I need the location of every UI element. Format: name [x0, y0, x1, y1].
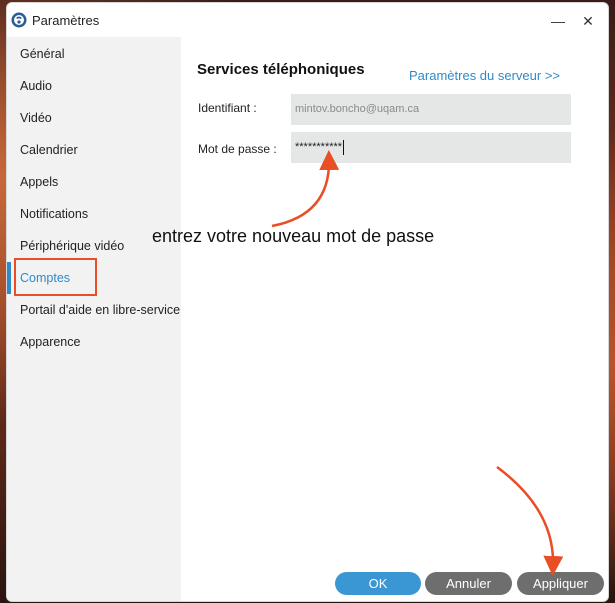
titlebar: Paramètres — ✕: [7, 3, 608, 37]
ok-button[interactable]: OK: [335, 572, 421, 595]
identifier-value: mintov.boncho@uqam.ca: [295, 103, 420, 115]
window-title: Paramètres: [32, 13, 100, 28]
sidebar-item-video[interactable]: Vidéo: [7, 102, 181, 134]
annotation-text: entrez votre nouveau mot de passe: [152, 226, 435, 246]
cancel-button[interactable]: Annuler: [425, 572, 512, 595]
settings-sidebar: Général Audio Vidéo Calendrier Appels No…: [7, 37, 181, 601]
section-title: Services téléphoniques: [197, 61, 365, 78]
server-settings-link[interactable]: Paramètres du serveur >>: [409, 68, 560, 83]
settings-window: Paramètres — ✕ Général Audio Vidéo Calen…: [6, 2, 609, 602]
password-value: ***********: [295, 141, 343, 153]
apply-button[interactable]: Appliquer: [517, 572, 604, 595]
sidebar-item-self-service-portal[interactable]: Portail d'aide en libre-service: [7, 294, 181, 326]
text-caret: [343, 139, 345, 155]
password-label: Mot de passe :: [198, 142, 277, 156]
sidebar-item-calendar[interactable]: Calendrier: [7, 134, 181, 166]
settings-main-panel: Services téléphoniques Paramètres du ser…: [181, 37, 608, 601]
password-field[interactable]: ***********: [291, 132, 571, 163]
sidebar-item-appearance[interactable]: Apparence: [7, 326, 181, 358]
close-button[interactable]: ✕: [578, 11, 598, 31]
sidebar-item-general[interactable]: Général: [7, 38, 181, 70]
identifier-label: Identifiant :: [198, 101, 257, 115]
app-logo-icon: [11, 12, 27, 28]
identifier-field[interactable]: mintov.boncho@uqam.ca: [291, 94, 571, 125]
sidebar-item-audio[interactable]: Audio: [7, 70, 181, 102]
minimize-button[interactable]: —: [548, 11, 568, 31]
accounts-highlight-box: [14, 258, 97, 296]
sidebar-item-calls[interactable]: Appels: [7, 166, 181, 198]
